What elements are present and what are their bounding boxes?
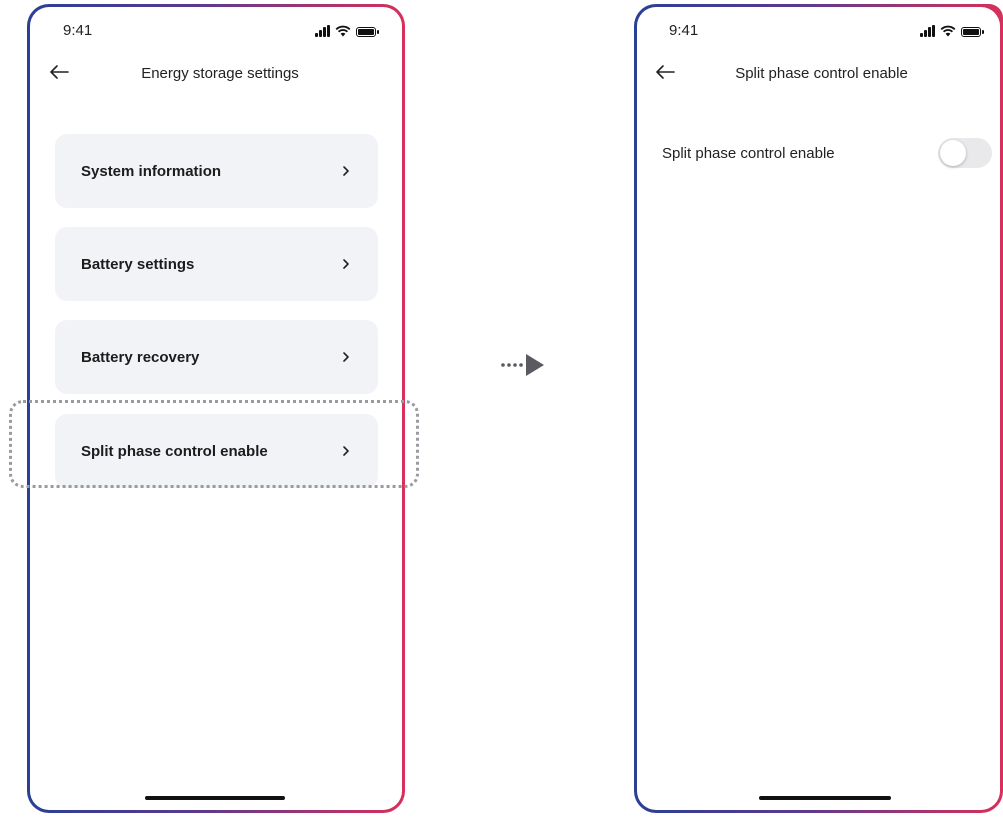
menu-item-label: System information [81, 162, 222, 180]
split-phase-setting-row: Split phase control enable [662, 137, 992, 169]
page-title: Energy storage settings [141, 65, 299, 82]
menu-item-battery-recovery[interactable]: Battery recovery [55, 320, 378, 394]
menu-item-system-information[interactable]: System information [55, 134, 378, 208]
status-time: 9:41 [669, 22, 699, 39]
flow-arrow-icon [501, 354, 544, 376]
signal-icon [315, 25, 330, 37]
menu-item-label: Battery recovery [81, 348, 200, 366]
chevron-right-icon [343, 352, 349, 362]
status-icons [315, 23, 379, 37]
status-time: 9:41 [63, 22, 93, 39]
toggle-knob [940, 140, 966, 166]
chevron-right-icon [343, 259, 349, 269]
wifi-icon [940, 25, 956, 37]
setting-label: Split phase control enable [662, 144, 835, 162]
chevron-right-icon [343, 166, 349, 176]
battery-icon [961, 27, 984, 37]
home-indicator [145, 796, 285, 800]
status-icons [920, 23, 984, 37]
highlight-outline [9, 400, 419, 488]
menu-item-label: Battery settings [81, 255, 195, 273]
split-phase-toggle[interactable] [938, 138, 992, 168]
right-phone-screen: 9:41 Split phase control enable Split ph… [634, 4, 1003, 813]
page-title: Split phase control enable [735, 65, 908, 82]
home-indicator [759, 796, 891, 800]
wifi-icon [335, 25, 351, 37]
signal-icon [920, 25, 935, 37]
menu-item-battery-settings[interactable]: Battery settings [55, 227, 378, 301]
battery-icon [356, 27, 379, 37]
